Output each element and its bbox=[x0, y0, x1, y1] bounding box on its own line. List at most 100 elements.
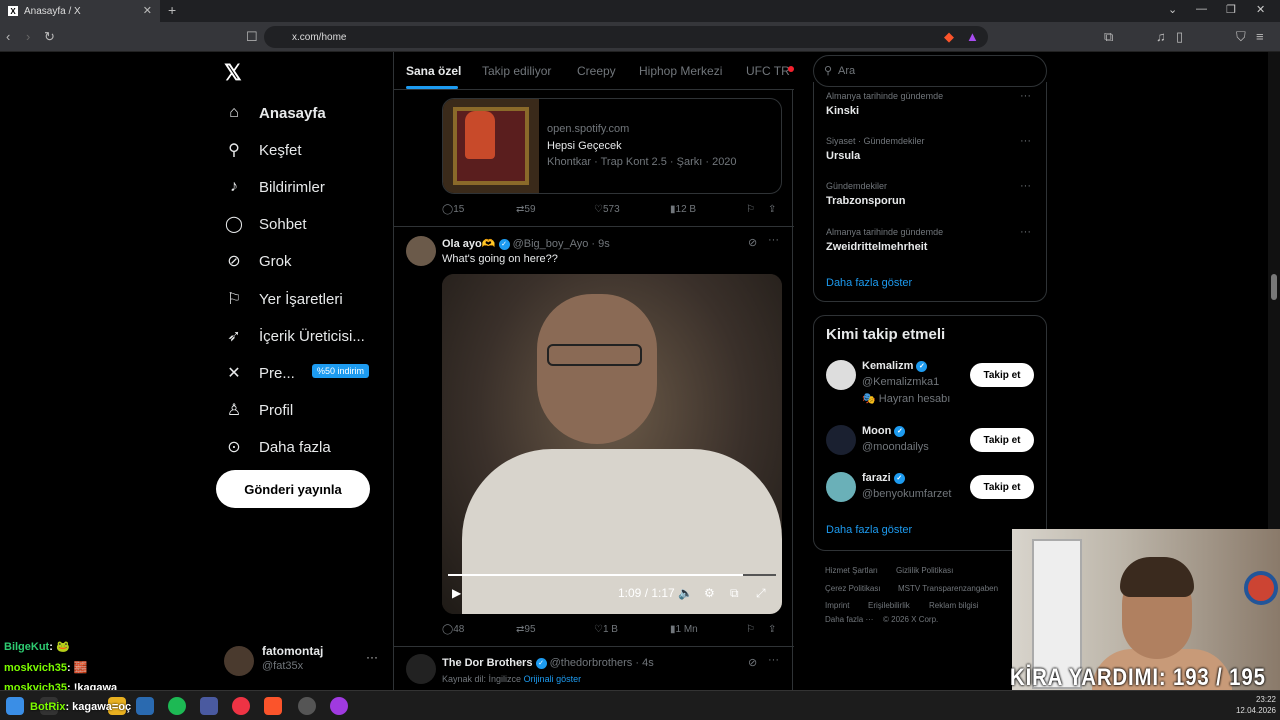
footer-link[interactable]: Imprint bbox=[825, 601, 849, 610]
brave-rewards-icon[interactable]: ▲ bbox=[966, 29, 979, 45]
video-player[interactable]: ▶ 1:09 / 1:17 🔈 ⚙ ⧉ ⤢ bbox=[442, 274, 782, 614]
repost-button[interactable]: ⇄ 95 bbox=[516, 624, 536, 635]
restore-icon[interactable]: ❐ bbox=[1226, 3, 1236, 16]
tab-search-icon[interactable]: ⌄ bbox=[1168, 3, 1177, 16]
nav-more[interactable]: ⊙ Daha fazla bbox=[224, 436, 330, 458]
nav-grok[interactable]: ⊘ Grok bbox=[224, 250, 291, 272]
browser-tab[interactable]: X Anasayfa / X ✕ bbox=[0, 0, 160, 22]
tab-hiphop-merkezi[interactable]: Hiphop Merkezi bbox=[639, 64, 722, 78]
footer-link[interactable]: Erişilebilirlik bbox=[868, 601, 910, 610]
trend-more-icon[interactable]: ··· bbox=[1020, 226, 1031, 238]
share-icon[interactable]: ⇪ bbox=[768, 204, 776, 215]
footer-link[interactable]: Reklam bilgisi bbox=[929, 601, 978, 610]
follow-button[interactable]: Takip et bbox=[970, 363, 1034, 387]
account-switcher[interactable]: fatomontaj @fat35x ··· bbox=[224, 642, 384, 682]
chrome-icon[interactable] bbox=[232, 697, 250, 715]
suggested-name[interactable]: farazi ✓ bbox=[862, 472, 905, 484]
like-button[interactable]: ♡ 1 B bbox=[594, 624, 618, 635]
volume-icon[interactable]: 🔈 bbox=[678, 586, 693, 600]
account-more-icon[interactable]: ··· bbox=[366, 650, 378, 664]
nav-chat[interactable]: ◯ Sohbet bbox=[224, 213, 307, 235]
trend-more-icon[interactable]: ··· bbox=[1020, 90, 1031, 102]
nav-premium[interactable]: ✕ Pre... bbox=[224, 362, 295, 384]
close-window-icon[interactable]: ✕ bbox=[1256, 3, 1265, 16]
avatar[interactable] bbox=[826, 360, 856, 390]
premium-discount-badge[interactable]: %50 indirim bbox=[312, 364, 370, 378]
bookmark-icon[interactable]: ⚐ bbox=[746, 204, 755, 215]
trend-name[interactable]: Trabzonsporun bbox=[826, 195, 905, 207]
media-icon[interactable]: ♫ bbox=[1156, 29, 1166, 45]
trend-name[interactable]: Ursula bbox=[826, 150, 860, 162]
vpn-icon[interactable]: ⛉ bbox=[1236, 29, 1246, 45]
avatar[interactable] bbox=[826, 425, 856, 455]
nav-explore[interactable]: ⚲ Keşfet bbox=[224, 139, 301, 161]
pip-icon[interactable]: ⧉ bbox=[730, 586, 739, 601]
follow-button[interactable]: Takip et bbox=[970, 428, 1034, 452]
close-tab-icon[interactable]: ✕ bbox=[143, 4, 152, 17]
footer-link[interactable]: Daha fazla ··· bbox=[825, 615, 873, 624]
spotify-link-card[interactable]: open.spotify.com Hepsi Geçecek Khontkar … bbox=[442, 98, 782, 194]
brave-icon[interactable] bbox=[264, 697, 282, 715]
suggested-name[interactable]: Kemalizm ✓ bbox=[862, 360, 928, 372]
tab-following[interactable]: Takip ediliyor bbox=[482, 64, 551, 78]
grok-icon[interactable]: ⊘ bbox=[748, 656, 757, 669]
x-logo-icon[interactable]: 𝕏 bbox=[224, 60, 242, 86]
avatar[interactable] bbox=[406, 236, 436, 266]
minimize-icon[interactable]: — bbox=[1196, 3, 1207, 15]
menu-icon[interactable]: ≡ bbox=[1256, 29, 1264, 45]
back-icon[interactable]: ‹ bbox=[6, 29, 10, 45]
nav-bookmarks[interactable]: ⚐ Yer İşaretleri bbox=[224, 288, 343, 310]
settings-icon[interactable]: ⚙ bbox=[704, 586, 715, 600]
address-bar[interactable]: x.com/home bbox=[264, 26, 988, 48]
bookmark-icon[interactable]: ⚐ bbox=[746, 624, 755, 635]
share-icon[interactable]: ⇪ bbox=[768, 624, 776, 635]
calculator-icon[interactable] bbox=[200, 697, 218, 715]
app-icon[interactable] bbox=[136, 697, 154, 715]
start-icon[interactable] bbox=[6, 697, 24, 715]
footer-link[interactable]: MSTV Transparenzangaben bbox=[898, 584, 998, 593]
post-more-icon[interactable]: ··· bbox=[768, 654, 779, 666]
tab-for-you[interactable]: Sana özel bbox=[406, 64, 461, 78]
app-icon[interactable] bbox=[330, 697, 348, 715]
suggested-name[interactable]: Moon ✓ bbox=[862, 425, 906, 437]
video-progress-bar[interactable] bbox=[448, 574, 776, 576]
nav-profile[interactable]: ♙ Profil bbox=[224, 399, 293, 421]
views-button[interactable]: ▮ 12 B bbox=[670, 204, 696, 215]
trend-more-icon[interactable]: ··· bbox=[1020, 180, 1031, 192]
footer-link[interactable]: Hizmet Şartları bbox=[825, 566, 878, 575]
play-icon[interactable]: ▶ bbox=[452, 586, 461, 600]
trends-show-more[interactable]: Daha fazla göster bbox=[826, 277, 912, 289]
views-button[interactable]: ▮ 1 Mn bbox=[670, 624, 698, 635]
spotify-icon[interactable] bbox=[168, 697, 186, 715]
footer-link[interactable]: Çerez Politikası bbox=[825, 584, 881, 593]
show-original-link[interactable]: Orijinali göster bbox=[524, 674, 582, 684]
post-button[interactable]: Gönderi yayınla bbox=[216, 470, 370, 508]
like-button[interactable]: ♡ 573 bbox=[594, 204, 620, 215]
follow-button[interactable]: Takip et bbox=[970, 475, 1034, 499]
reply-button[interactable]: ◯ 48 bbox=[442, 624, 464, 635]
reload-icon[interactable]: ↻ bbox=[44, 29, 55, 45]
footer-link[interactable]: Gizlilik Politikası bbox=[896, 566, 953, 575]
nav-home[interactable]: ⌂ Anasayfa bbox=[224, 102, 326, 124]
obs-icon[interactable] bbox=[298, 697, 316, 715]
avatar[interactable] bbox=[826, 472, 856, 502]
tab-creepy[interactable]: Creepy bbox=[577, 64, 616, 78]
new-tab-button[interactable]: + bbox=[168, 2, 176, 18]
tab-ufc-tr[interactable]: UFC TR bbox=[746, 64, 790, 78]
nav-creator-studio[interactable]: ➶ İçerik Üreticisi... bbox=[224, 325, 365, 347]
avatar[interactable] bbox=[406, 654, 436, 684]
reply-button[interactable]: ◯ 15 bbox=[442, 204, 464, 215]
post-more-icon[interactable]: ··· bbox=[768, 234, 779, 246]
post-author[interactable]: Ola ayo🫶 ✓ @Big_boy_Ayo · 9s bbox=[442, 237, 610, 250]
bookmark-page-icon[interactable]: ☐ bbox=[246, 29, 258, 45]
repost-button[interactable]: ⇄ 59 bbox=[516, 204, 536, 215]
trend-name[interactable]: Kinski bbox=[826, 105, 859, 117]
grok-icon[interactable]: ⊘ bbox=[748, 236, 757, 249]
who-show-more[interactable]: Daha fazla göster bbox=[826, 524, 912, 536]
fullscreen-icon[interactable]: ⤢ bbox=[756, 586, 766, 601]
post-author[interactable]: The Dor Brothers ✓ @thedorbrothers · 4s bbox=[442, 657, 654, 669]
sidebar-icon[interactable]: ▯ bbox=[1176, 29, 1183, 45]
extensions-icon[interactable]: ⧉ bbox=[1104, 29, 1113, 45]
forward-icon[interactable]: › bbox=[26, 29, 30, 45]
brave-shield-icon[interactable]: ◆ bbox=[944, 29, 954, 45]
